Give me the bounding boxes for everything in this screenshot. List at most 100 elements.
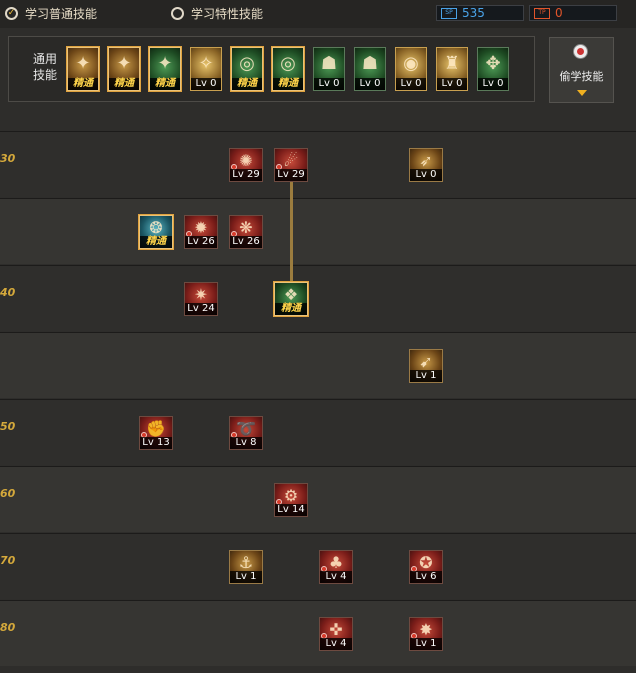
skill-level-label: Lv 26 — [230, 236, 262, 248]
skill-slot[interactable]: ✦ 精通 — [66, 46, 100, 92]
level-label: 50 — [0, 420, 16, 433]
checkmark-circle-icon: ✓ — [5, 6, 18, 20]
skill-level-label: 精通 — [275, 303, 307, 315]
winged-emblem-icon: ✧ — [198, 53, 214, 74]
fire-punch-icon: ✷ — [194, 285, 208, 304]
crosshair-green-icon: ◎ — [239, 53, 255, 74]
level-row: 80 — [0, 600, 636, 666]
skill-level-label: Lv 1 — [410, 370, 442, 382]
common-skills-label: 通用技能 — [32, 52, 57, 82]
skill-level-label: Lv 0 — [410, 169, 442, 181]
skill-level-label: Lv 0 — [478, 78, 508, 90]
level-row: 50 — [0, 399, 636, 465]
green-crest-icon: ❖ — [283, 285, 299, 304]
crouching-figure-icon: ✦ — [75, 53, 91, 74]
skill-level-label: Lv 0 — [355, 78, 385, 90]
tp-counter: TP 0 — [529, 5, 617, 21]
steal-skill-button[interactable]: 偷学技能 — [549, 37, 614, 103]
skill-slot[interactable]: ☗ Lv 0 — [313, 47, 345, 91]
concentric-eye-icon: ◉ — [403, 53, 419, 74]
skill-slot[interactable]: ⚓ Lv 1 — [229, 550, 263, 584]
skill-level-label: Lv 0 — [314, 78, 344, 90]
steal-skill-label: 偷学技能 — [559, 70, 604, 83]
skill-slot[interactable]: ♣ Lv 4 — [319, 550, 353, 584]
level-label: 30 — [0, 152, 16, 165]
radio-circle-icon — [171, 6, 184, 20]
skill-slot[interactable]: ✸ Lv 1 — [409, 617, 443, 651]
skill-level-label: Lv 1 — [410, 638, 442, 650]
skill-slot[interactable]: ➹ Lv 1 — [409, 349, 443, 383]
level-label: 70 — [0, 554, 16, 567]
skill-level-label: 精通 — [68, 78, 98, 90]
skill-level-label: Lv 4 — [320, 638, 352, 650]
water-swirl-icon: ❂ — [149, 218, 163, 237]
skill-level-label: 精通 — [150, 78, 180, 90]
level-row: 60 — [0, 466, 636, 532]
radar-green-icon: ◎ — [280, 53, 296, 74]
skill-slot[interactable]: ✺ Lv 29 — [229, 148, 263, 182]
skill-slot[interactable]: ✷ Lv 24 — [184, 282, 218, 316]
prerequisite-line — [290, 182, 293, 282]
skill-slot[interactable]: ☗ Lv 0 — [354, 47, 386, 91]
skill-slot[interactable]: ➶ Lv 0 — [409, 148, 443, 182]
tp-value: 0 — [555, 6, 563, 20]
level-label: 40 — [0, 286, 16, 299]
skill-slot[interactable]: ◎ 精通 — [230, 46, 264, 92]
skill-level-label: Lv 29 — [230, 169, 262, 181]
skill-level-label: Lv 0 — [437, 78, 467, 90]
tab-normal-skills-label: 学习普通技能 — [25, 6, 98, 21]
skill-slot[interactable]: ✥ Lv 0 — [477, 47, 509, 91]
skill-slot[interactable]: ➰ Lv 8 — [229, 416, 263, 450]
skill-level-label: Lv 8 — [230, 437, 262, 449]
skill-slot[interactable]: ❖ 精通 — [273, 281, 309, 317]
tab-trait-skills[interactable]: 学习特性技能 — [171, 3, 263, 23]
tp-icon: TP — [534, 7, 550, 19]
skill-level-label: Lv 29 — [275, 169, 307, 181]
skill-level-label: Lv 24 — [185, 303, 217, 315]
level-row: 70 — [0, 533, 636, 599]
skill-slot[interactable]: ⚙ Lv 14 — [274, 483, 308, 517]
skill-level-label: Lv 26 — [185, 236, 217, 248]
skill-slot[interactable]: ♜ Lv 0 — [436, 47, 468, 91]
skill-slot[interactable]: ✹ Lv 26 — [184, 215, 218, 249]
skill-slot[interactable]: ✜ Lv 4 — [319, 617, 353, 651]
common-skills-panel: 通用技能 ✦ 精通 ✦ 精通 ✦ 精通 ✧ Lv 0 ◎ 精通 ◎ 精通 ☗ Lv 0 ☗ Lv 0 ◉ Lv 0… — [8, 36, 535, 102]
skill-level-label: 精通 — [273, 78, 303, 90]
sp-icon: SP — [441, 7, 457, 19]
skill-slot[interactable]: ✦ 精通 — [148, 46, 182, 92]
skill-level-label: Lv 6 — [410, 571, 442, 583]
skill-slot[interactable]: ✧ Lv 0 — [190, 47, 222, 91]
skill-slot[interactable]: ✊ Lv 13 — [139, 416, 173, 450]
skill-slot[interactable]: ◉ Lv 0 — [395, 47, 427, 91]
spirit-figure-icon: ✥ — [485, 53, 501, 74]
dropdown-arrow-icon — [577, 90, 587, 96]
kneeling-figure-icon: ✦ — [116, 53, 132, 74]
golden-figure-icon: ♜ — [443, 53, 461, 74]
skill-slot[interactable]: ✦ 精通 — [107, 46, 141, 92]
sp-value: 535 — [462, 6, 485, 20]
level-row — [0, 198, 636, 264]
sp-counter: SP 535 — [436, 5, 524, 21]
skill-slot[interactable]: ❂ 精通 — [138, 214, 174, 250]
level-row: 40 — [0, 265, 636, 331]
top-bar: ✓ 学习普通技能 学习特性技能 SP 535 TP 0 — [0, 0, 636, 28]
figure-burst-icon: ☗ — [361, 53, 379, 74]
level-row — [0, 332, 636, 398]
skill-slot[interactable]: ◎ 精通 — [271, 46, 305, 92]
skill-level-label: Lv 0 — [191, 78, 221, 90]
blade-slash-icon: ➹ — [419, 352, 433, 371]
red-orb-icon — [573, 44, 588, 59]
skill-level-label: 精通 — [232, 78, 262, 90]
skill-level-label: 精通 — [140, 236, 172, 248]
skill-slot[interactable]: ✪ Lv 6 — [409, 550, 443, 584]
leaping-figure-icon: ✦ — [157, 53, 173, 74]
skill-level-label: Lv 14 — [275, 504, 307, 516]
skill-slot[interactable]: ☄ Lv 29 — [274, 148, 308, 182]
skill-level-label: Lv 13 — [140, 437, 172, 449]
dash-kick-icon: ➶ — [419, 151, 433, 170]
level-label: 60 — [0, 487, 16, 500]
anchor-slam-icon: ⚓ — [238, 553, 254, 572]
skill-level-label: Lv 4 — [320, 571, 352, 583]
tab-normal-skills[interactable]: ✓ 学习普通技能 — [5, 3, 97, 23]
skill-slot[interactable]: ❋ Lv 26 — [229, 215, 263, 249]
